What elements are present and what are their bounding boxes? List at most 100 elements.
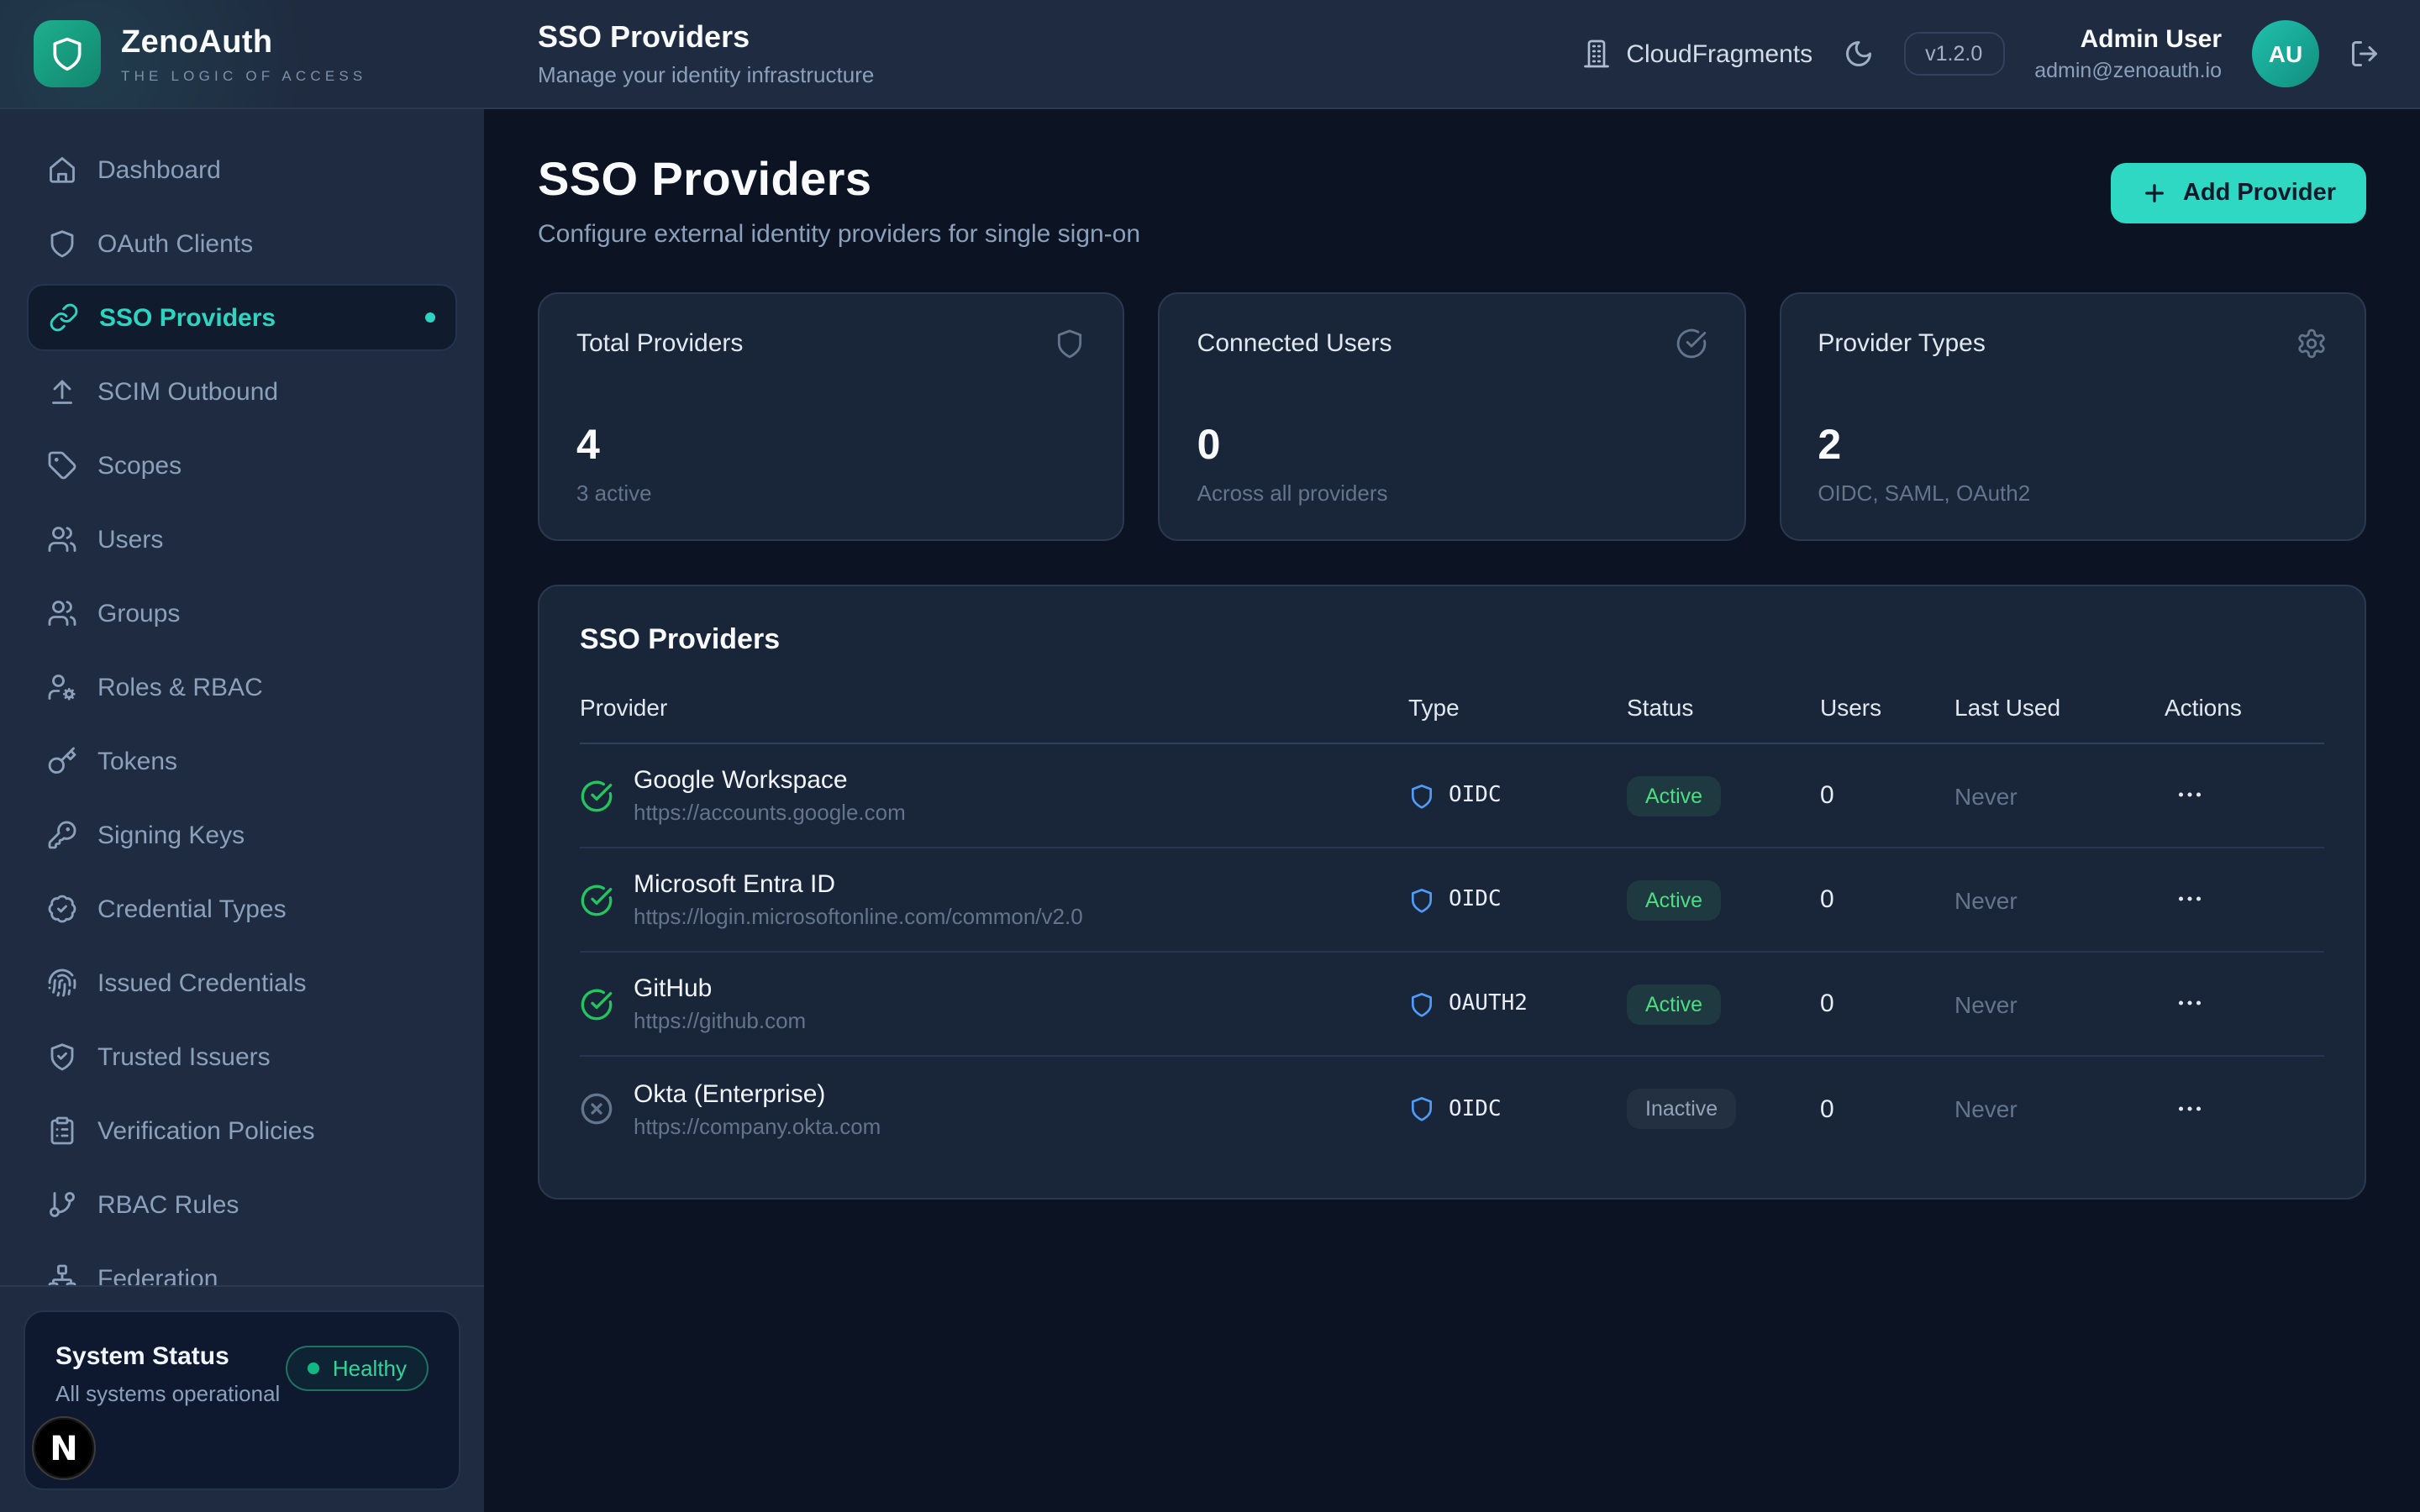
sidebar-header: ZenoAuth THE LOGIC OF ACCESS xyxy=(0,0,484,109)
stat-subtitle: OIDC, SAML, OAuth2 xyxy=(1818,480,2328,506)
column-header-status: Status xyxy=(1627,694,1820,721)
providers-table-card: SSO Providers ProviderTypeStatusUsersLas… xyxy=(538,585,2366,1200)
content: SSO Providers Configure external identit… xyxy=(484,109,2420,1512)
home-icon xyxy=(47,155,77,185)
status-pill: Active xyxy=(1627,775,1721,816)
sidebar-item-scopes[interactable]: Scopes xyxy=(27,432,457,499)
sidebar-item-groups[interactable]: Groups xyxy=(27,580,457,647)
stat-subtitle: 3 active xyxy=(576,480,1086,506)
building-icon xyxy=(1581,39,1611,69)
users-icon xyxy=(47,598,77,628)
clipboard-list-icon xyxy=(47,1116,77,1146)
users-count: 0 xyxy=(1820,885,1954,914)
shield-icon xyxy=(47,228,77,259)
table-row: GitHubhttps://github.comOAUTH2Active0Nev… xyxy=(580,953,2324,1057)
plus-icon xyxy=(2141,180,2168,207)
link-icon xyxy=(49,302,79,333)
add-provider-label: Add Provider xyxy=(2183,180,2336,207)
stat-subtitle: Across all providers xyxy=(1197,480,1707,506)
column-header-type: Type xyxy=(1408,694,1627,721)
sidebar-item-label: Dashboard xyxy=(97,155,221,184)
sidebar-item-roles-rbac[interactable]: Roles & RBAC xyxy=(27,654,457,721)
stat-card-connected-users: Connected Users0Across all providers xyxy=(1159,292,1746,541)
sidebar-item-signing-keys[interactable]: Signing Keys xyxy=(27,801,457,869)
sidebar-item-label: Roles & RBAC xyxy=(97,673,263,701)
page-subtitle: Configure external identity providers fo… xyxy=(538,220,1140,249)
system-status-title: System Status xyxy=(55,1342,280,1371)
org-chip: CloudFragments xyxy=(1581,39,1812,69)
shield-icon xyxy=(49,35,86,72)
users-count: 0 xyxy=(1820,781,1954,810)
version-badge: v1.2.0 xyxy=(1903,32,2004,76)
sidebar-item-label: OAuth Clients xyxy=(97,229,253,258)
sidebar-item-rbac-rules[interactable]: RBAC Rules xyxy=(27,1171,457,1238)
row-actions-button[interactable] xyxy=(2165,773,2215,816)
topbar-subtitle: Manage your identity infrastructure xyxy=(538,62,874,87)
ellipsis-icon xyxy=(2175,988,2205,1018)
stat-title: Total Providers xyxy=(576,329,743,358)
nextjs-dev-badge[interactable]: N xyxy=(32,1416,96,1480)
provider-type: OIDC xyxy=(1449,783,1502,808)
provider-name: Okta (Enterprise) xyxy=(634,1079,881,1108)
logout-button[interactable] xyxy=(2349,39,2380,69)
table-row: Okta (Enterprise) https://company.okta.co… xyxy=(580,1057,2324,1161)
sidebar-item-label: Tokens xyxy=(97,747,177,775)
shield-icon xyxy=(1408,990,1435,1017)
system-status-subtitle: All systems operational xyxy=(55,1381,280,1406)
status-badge-label: Healthy xyxy=(333,1356,407,1381)
topbar-title: SSO Providers xyxy=(538,20,874,55)
badge-check-icon xyxy=(47,894,77,924)
status-pill: Inactive xyxy=(1627,1089,1736,1129)
add-provider-button[interactable]: Add Provider xyxy=(2111,163,2366,223)
shield-icon xyxy=(1408,782,1435,809)
sidebar-item-label: Issued Credentials xyxy=(97,969,306,997)
stat-title: Connected Users xyxy=(1197,329,1392,358)
sidebar-item-sso-providers[interactable]: SSO Providers xyxy=(27,284,457,351)
table-row: Microsoft Entra IDhttps://login.microsof… xyxy=(580,848,2324,953)
sidebar-item-federation[interactable]: Federation xyxy=(27,1245,457,1285)
sidebar-item-scim-outbound[interactable]: SCIM Outbound xyxy=(27,358,457,425)
sidebar-item-oauth-clients[interactable]: OAuth Clients xyxy=(27,210,457,277)
column-header-users: Users xyxy=(1820,694,1954,721)
sidebar-item-dashboard[interactable]: Dashboard xyxy=(27,136,457,203)
column-header-provider: Provider xyxy=(580,694,1408,721)
row-actions-button[interactable] xyxy=(2165,877,2215,921)
upload-icon xyxy=(47,376,77,407)
last-used: Never xyxy=(1954,782,2165,809)
providers-table-title: SSO Providers xyxy=(580,623,2324,657)
sidebar-item-credential-types[interactable]: Credential Types xyxy=(27,875,457,942)
stat-card-provider-types: Provider Types2OIDC, SAML, OAuth2 xyxy=(1779,292,2366,541)
theme-toggle-button[interactable] xyxy=(1843,39,1873,69)
sidebar-item-trusted-issuers[interactable]: Trusted Issuers xyxy=(27,1023,457,1090)
sidebar: ZenoAuth THE LOGIC OF ACCESS Dashboard OA… xyxy=(0,0,484,1512)
fingerprint-icon xyxy=(47,968,77,998)
status-pill: Active xyxy=(1627,984,1721,1024)
provider-type: OIDC xyxy=(1449,1096,1502,1121)
network-icon xyxy=(47,1263,77,1285)
users-icon xyxy=(47,524,77,554)
shield-check-icon xyxy=(47,1042,77,1072)
row-actions-button[interactable] xyxy=(2165,981,2215,1025)
sidebar-item-verification-policies[interactable]: Verification Policies xyxy=(27,1097,457,1164)
circle-check-icon xyxy=(1675,328,1707,360)
ellipsis-icon xyxy=(2175,884,2205,914)
ellipsis-icon xyxy=(2175,780,2205,810)
sidebar-item-users[interactable]: Users xyxy=(27,506,457,573)
user-block: Admin User admin@zenoauth.io xyxy=(2034,25,2222,82)
provider-type: OAUTH2 xyxy=(1449,991,1528,1016)
brand-logo xyxy=(34,20,101,87)
shield-icon xyxy=(1408,1095,1435,1122)
sidebar-item-label: SSO Providers xyxy=(99,303,276,332)
provider-name: Google Workspace xyxy=(634,766,906,795)
sidebar-item-issued-credentials[interactable]: Issued Credentials xyxy=(27,949,457,1016)
provider-url: https://login.microsoftonline.com/common… xyxy=(634,904,1083,929)
stat-value: 4 xyxy=(576,422,1086,470)
provider-name: GitHub xyxy=(634,974,806,1003)
table-row: Google Workspacehttps://accounts.google.… xyxy=(580,744,2324,848)
row-actions-button[interactable] xyxy=(2165,1086,2215,1130)
last-used: Never xyxy=(1954,990,2165,1017)
provider-url: https://company.okta.com xyxy=(634,1113,881,1138)
sidebar-item-tokens[interactable]: Tokens xyxy=(27,727,457,795)
table-header-row: ProviderTypeStatusUsersLast UsedActions xyxy=(580,694,2324,744)
avatar[interactable]: AU xyxy=(2252,20,2319,87)
